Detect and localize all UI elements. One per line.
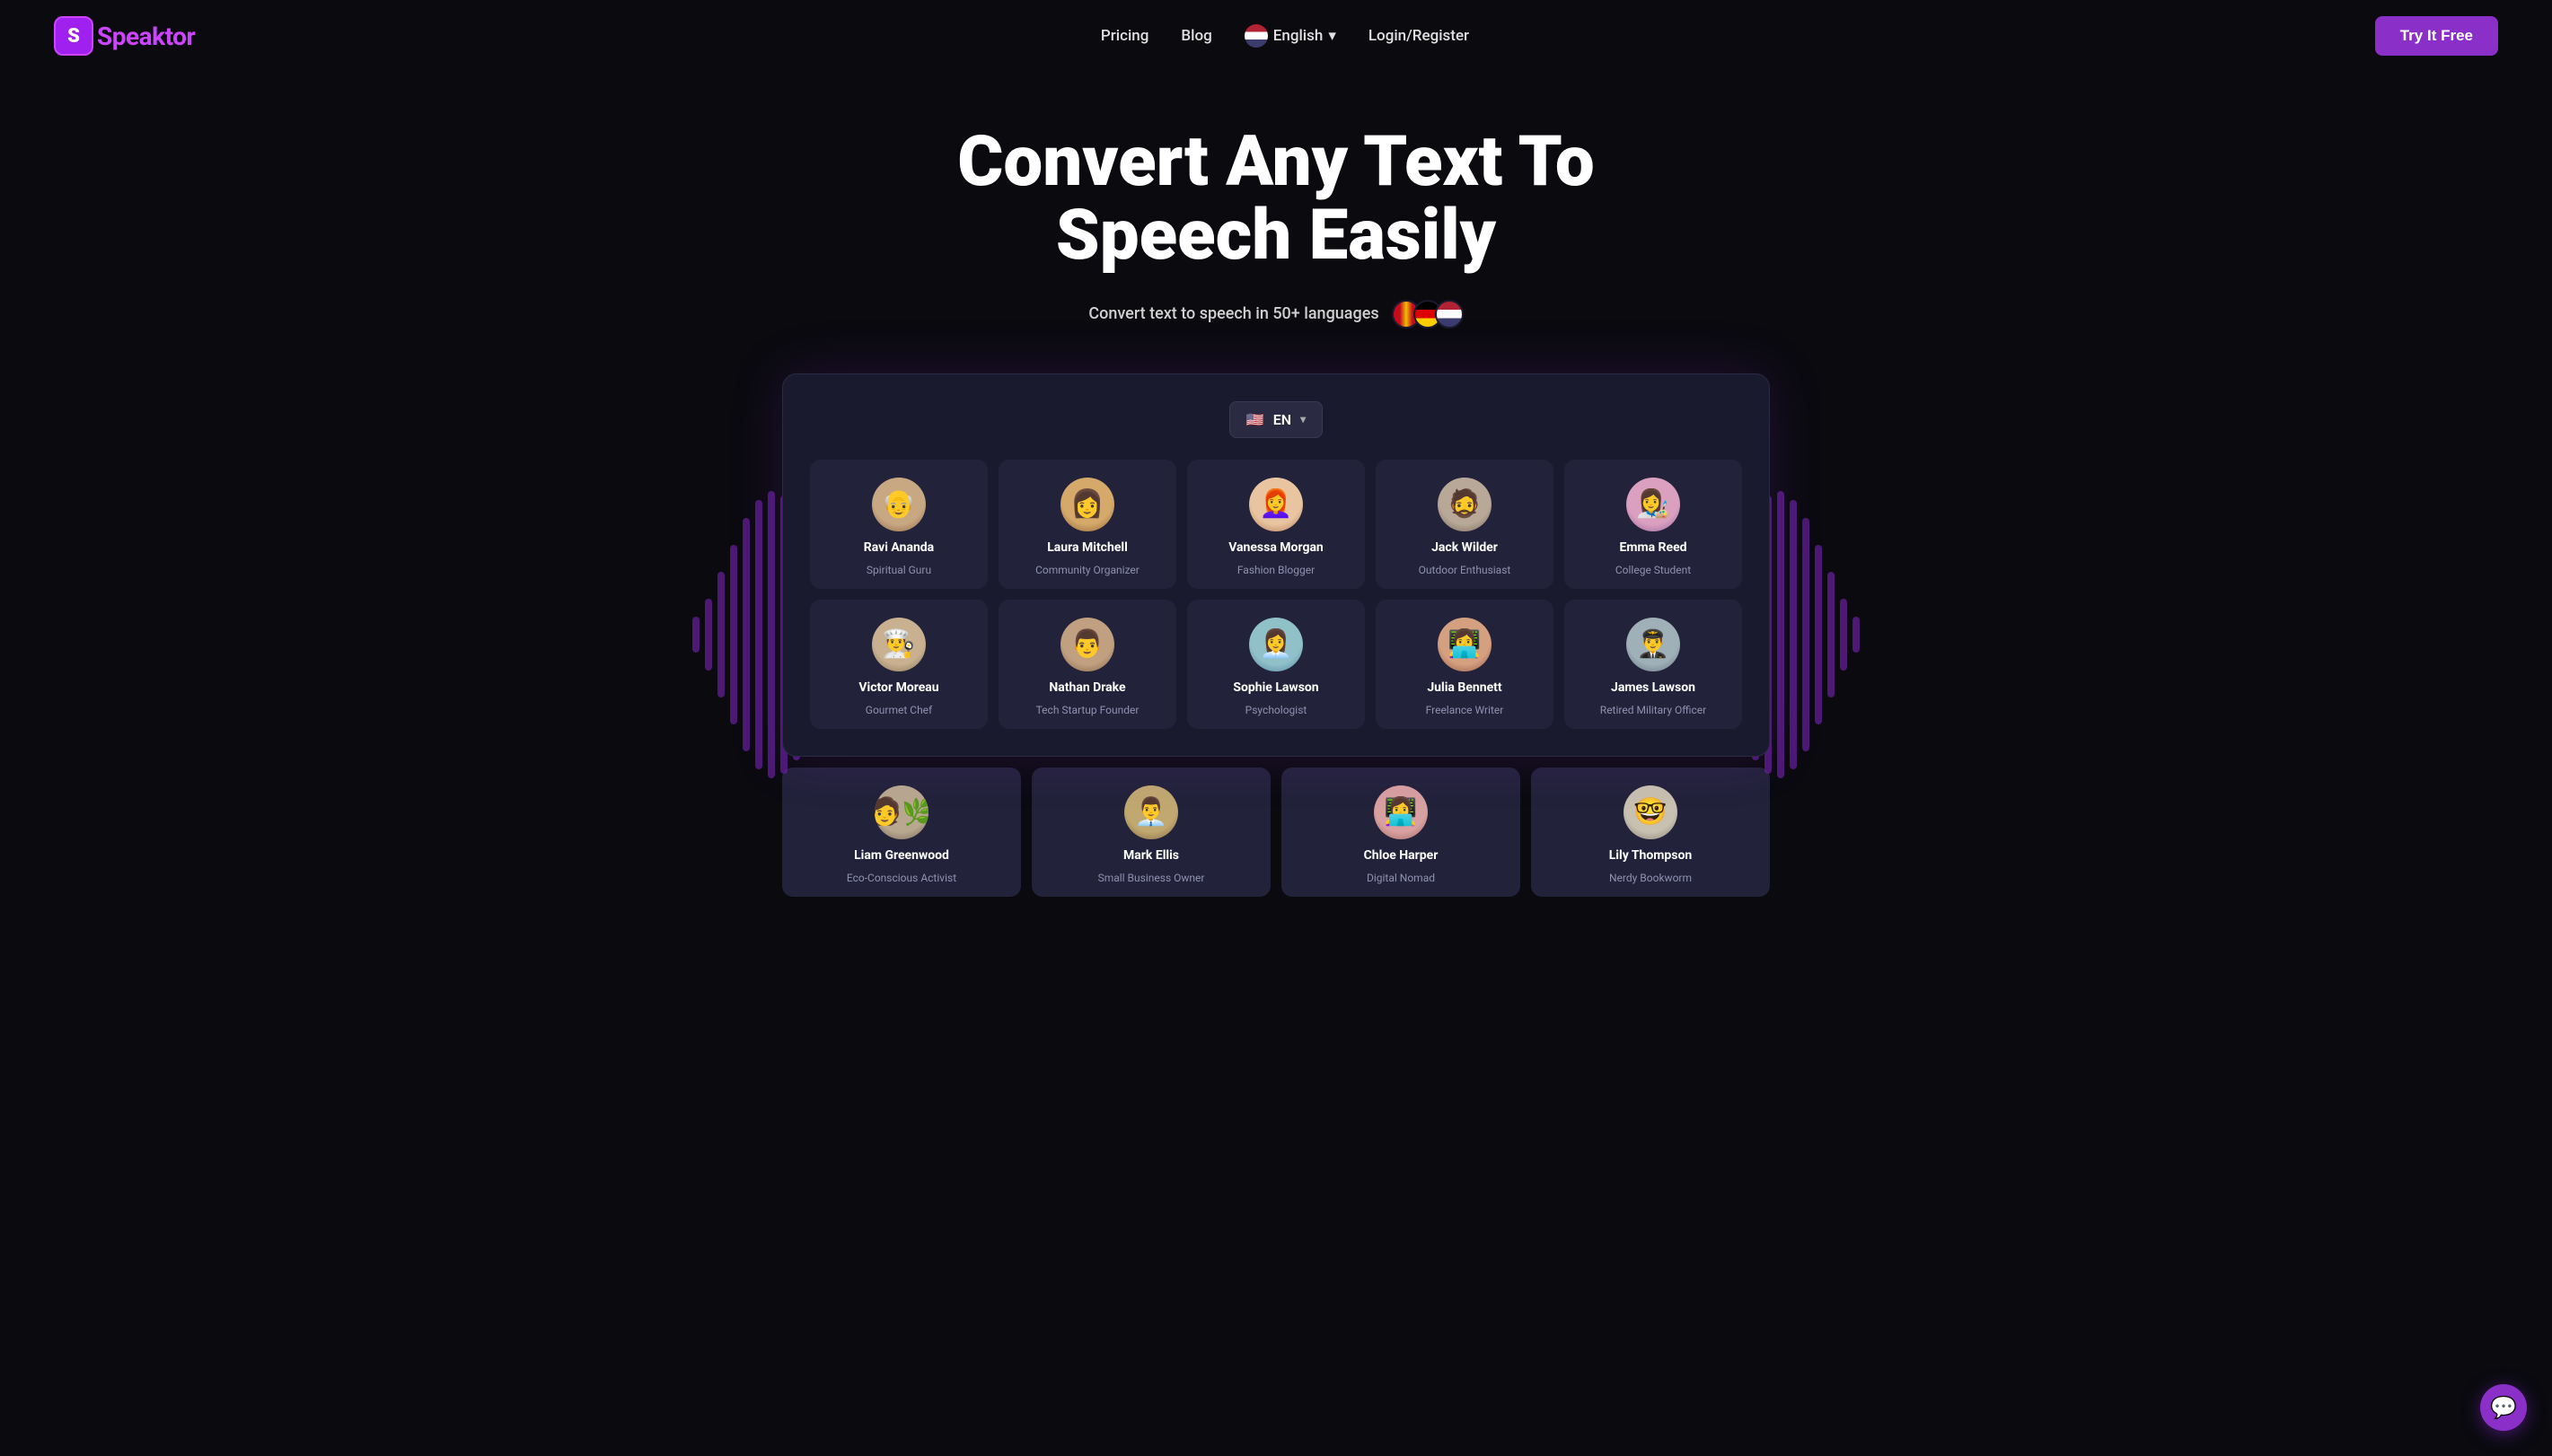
voice-name-liam: Liam Greenwood xyxy=(854,848,949,863)
logo-icon: S xyxy=(54,16,93,56)
app-window: 🇺🇸 EN ▾ 👴 Ravi Ananda Spiritual Guru 👩 xyxy=(782,373,1770,757)
voice-avatar-emma: 👩‍🎨 xyxy=(1626,478,1680,531)
voice-name-victor: Victor Moreau xyxy=(858,680,938,695)
voice-avatar-jack: 🧔 xyxy=(1438,478,1492,531)
voice-avatar-julia: 👩‍💻 xyxy=(1438,618,1492,671)
voice-role-laura: Community Organizer xyxy=(1035,564,1140,576)
voice-role-mark: Small Business Owner xyxy=(1098,872,1205,884)
us-flag-languages-icon xyxy=(1435,300,1464,329)
voice-avatar-mark: 👨‍💼 xyxy=(1124,785,1178,839)
voice-role-victor: Gourmet Chef xyxy=(866,704,932,716)
voice-name-sophie: Sophie Lawson xyxy=(1233,680,1318,695)
voice-avatar-vanessa: 👩‍🦰 xyxy=(1249,478,1303,531)
voice-name-james: James Lawson xyxy=(1611,680,1695,695)
voice-name-chloe: Chloe Harper xyxy=(1364,848,1439,863)
voice-avatar-ravi: 👴 xyxy=(872,478,926,531)
voice-card-victor[interactable]: 👨‍🍳 Victor Moreau Gourmet Chef xyxy=(810,600,988,729)
app-wave-container: 🇺🇸 EN ▾ 👴 Ravi Ananda Spiritual Guru 👩 xyxy=(692,373,1860,897)
voice-role-lily: Nerdy Bookworm xyxy=(1609,872,1692,884)
voice-role-vanessa: Fashion Blogger xyxy=(1237,564,1315,576)
voice-role-james: Retired Military Officer xyxy=(1600,704,1706,716)
voice-card-nathan[interactable]: 👨 Nathan Drake Tech Startup Founder xyxy=(999,600,1176,729)
en-flag-icon: 🇺🇸 xyxy=(1246,411,1264,428)
nav-lang-selector[interactable]: English ▾ xyxy=(1245,24,1336,48)
voice-avatar-chloe: 👩‍💻 xyxy=(1374,785,1428,839)
lang-code-label: EN xyxy=(1273,411,1291,428)
voice-name-vanessa: Vanessa Morgan xyxy=(1228,540,1324,555)
voices-row3: 🧑‍🌿 Liam Greenwood Eco-Conscious Activis… xyxy=(692,767,1860,897)
voice-card-jack[interactable]: 🧔 Jack Wilder Outdoor Enthusiast xyxy=(1376,460,1553,589)
voice-card-emma[interactable]: 👩‍🎨 Emma Reed College Student xyxy=(1564,460,1742,589)
voice-role-ravi: Spiritual Guru xyxy=(867,564,931,576)
flags-group xyxy=(1392,300,1464,329)
lang-label: English xyxy=(1273,27,1324,45)
voice-avatar-laura: 👩 xyxy=(1060,478,1114,531)
voice-card-vanessa[interactable]: 👩‍🦰 Vanessa Morgan Fashion Blogger xyxy=(1187,460,1365,589)
voice-name-laura: Laura Mitchell xyxy=(1047,540,1128,555)
voice-name-julia: Julia Bennett xyxy=(1427,680,1501,695)
voice-role-sophie: Psychologist xyxy=(1245,704,1307,716)
voice-name-ravi: Ravi Ananda xyxy=(864,540,934,555)
try-it-free-button[interactable]: Try It Free xyxy=(2375,16,2498,56)
voice-avatar-james: 👨‍✈️ xyxy=(1626,618,1680,671)
lang-chevron-icon: ▾ xyxy=(1328,27,1336,45)
voice-role-jack: Outdoor Enthusiast xyxy=(1419,564,1511,576)
voice-role-julia: Freelance Writer xyxy=(1426,704,1504,716)
voice-card-sophie[interactable]: 👩‍💼 Sophie Lawson Psychologist xyxy=(1187,600,1365,729)
dropdown-chevron-icon: ▾ xyxy=(1300,413,1306,425)
hero-subtitle: Convert text to speech in 50+ languages xyxy=(18,300,2534,329)
nav-pricing[interactable]: Pricing xyxy=(1101,27,1149,45)
voice-avatar-nathan: 👨 xyxy=(1060,618,1114,671)
voice-avatar-sophie: 👩‍💼 xyxy=(1249,618,1303,671)
voice-avatar-liam: 🧑‍🌿 xyxy=(875,785,928,839)
hero-section: Convert Any Text To Speech Easily Conver… xyxy=(0,72,2552,897)
voice-role-chloe: Digital Nomad xyxy=(1367,872,1435,884)
voice-card-julia[interactable]: 👩‍💻 Julia Bennett Freelance Writer xyxy=(1376,600,1553,729)
hero-title: Convert Any Text To Speech Easily xyxy=(872,126,1680,273)
logo[interactable]: S Speaktor xyxy=(54,16,195,56)
voice-card-ravi[interactable]: 👴 Ravi Ananda Spiritual Guru xyxy=(810,460,988,589)
navbar: S Speaktor Pricing Blog English ▾ Login/… xyxy=(0,0,2552,72)
voice-name-jack: Jack Wilder xyxy=(1431,540,1498,555)
voice-name-nathan: Nathan Drake xyxy=(1049,680,1125,695)
voice-role-nathan: Tech Startup Founder xyxy=(1036,704,1140,716)
nav-blog[interactable]: Blog xyxy=(1181,27,1211,45)
voice-card-james[interactable]: 👨‍✈️ James Lawson Retired Military Offic… xyxy=(1564,600,1742,729)
voice-name-emma: Emma Reed xyxy=(1619,540,1686,555)
voice-card-lily[interactable]: 🤓 Lily Thompson Nerdy Bookworm xyxy=(1531,767,1770,897)
nav-links: Pricing Blog English ▾ Login/Register xyxy=(1101,24,1469,48)
voice-avatar-victor: 👨‍🍳 xyxy=(872,618,926,671)
voice-role-liam: Eco-Conscious Activist xyxy=(847,872,956,884)
voice-avatar-lily: 🤓 xyxy=(1624,785,1677,839)
voices-grid: 👴 Ravi Ananda Spiritual Guru 👩 Laura Mit… xyxy=(810,460,1742,729)
voice-card-mark[interactable]: 👨‍💼 Mark Ellis Small Business Owner xyxy=(1032,767,1271,897)
voice-name-mark: Mark Ellis xyxy=(1123,848,1179,863)
voice-card-liam[interactable]: 🧑‍🌿 Liam Greenwood Eco-Conscious Activis… xyxy=(782,767,1021,897)
voice-name-lily: Lily Thompson xyxy=(1609,848,1693,863)
logo-text: Speaktor xyxy=(97,22,195,51)
language-selector: 🇺🇸 EN ▾ xyxy=(810,401,1742,438)
voice-card-laura[interactable]: 👩 Laura Mitchell Community Organizer xyxy=(999,460,1176,589)
chat-button[interactable]: 💬 xyxy=(2480,1384,2527,1431)
voice-role-emma: College Student xyxy=(1615,564,1691,576)
lang-dropdown-button[interactable]: 🇺🇸 EN ▾ xyxy=(1229,401,1323,438)
us-flag-icon xyxy=(1245,24,1268,48)
nav-login[interactable]: Login/Register xyxy=(1368,27,1469,45)
voice-card-chloe[interactable]: 👩‍💻 Chloe Harper Digital Nomad xyxy=(1281,767,1520,897)
